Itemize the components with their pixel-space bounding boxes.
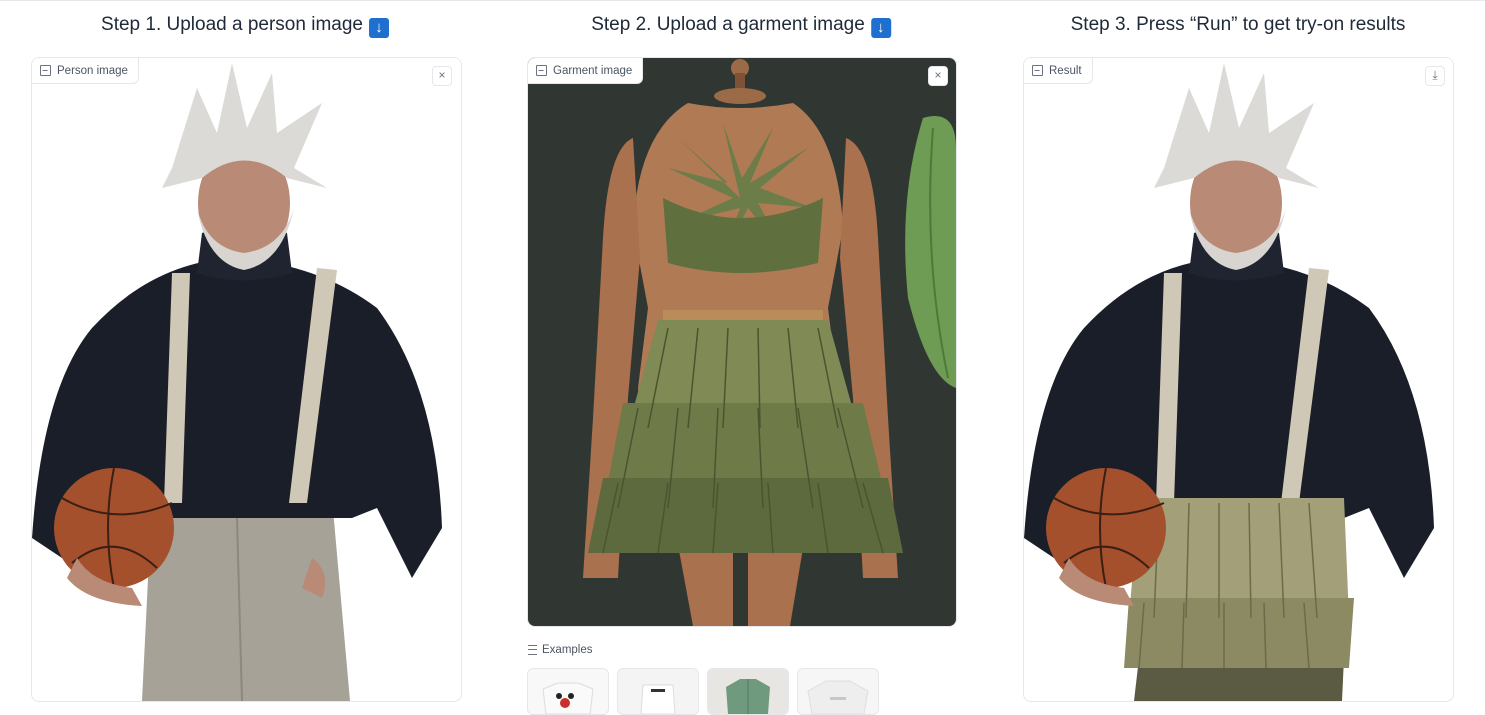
image-icon (1032, 65, 1043, 76)
result-label: Result (1024, 58, 1093, 84)
person-image-upload[interactable]: Person image × (31, 57, 462, 702)
garment-image (583, 59, 956, 626)
example-image (618, 669, 698, 714)
step2-title: Step 2. Upload a garment image ↓ (591, 14, 891, 38)
result-image: Result ⤓ (1023, 57, 1454, 702)
down-arrow-icon: ↓ (368, 18, 389, 38)
image-icon (40, 65, 51, 76)
step1-title: Step 1. Upload a person image ↓ (101, 14, 389, 38)
example-image (542, 682, 594, 714)
clear-garment-image-button[interactable]: × (928, 66, 948, 86)
step3-title: Step 3. Press “Run” to get try-on result… (1070, 14, 1406, 35)
top-divider (0, 0, 1485, 1)
person-image (32, 63, 442, 701)
example-thumb-green-shirt[interactable] (707, 668, 789, 715)
example-image (708, 669, 788, 714)
down-arrow-icon: ↓ (870, 18, 891, 38)
download-button[interactable]: ⤓ (1425, 66, 1445, 86)
example-thumb-crop-top[interactable] (617, 668, 699, 715)
result-image-art (1024, 63, 1434, 701)
person-image-label: Person image (32, 58, 139, 84)
clear-person-image-button[interactable]: × (432, 66, 452, 86)
example-image (798, 669, 878, 714)
garment-image-label: Garment image (528, 58, 644, 84)
garment-image-upload[interactable]: Garment image × (527, 57, 957, 627)
example-thumb-white-tshirt[interactable] (797, 668, 879, 715)
examples-header: Examples (528, 644, 593, 656)
image-icon (536, 65, 547, 76)
list-icon (528, 645, 537, 655)
example-thumb-minnie-tshirt[interactable] (527, 668, 609, 715)
